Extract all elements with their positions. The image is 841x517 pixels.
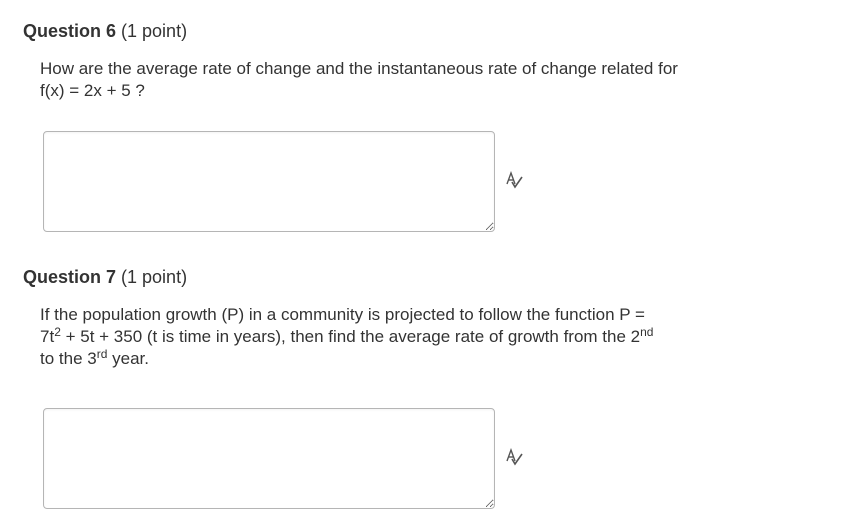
superscript: 2 — [54, 325, 61, 339]
text-segment: to the 3 — [40, 349, 97, 368]
question-text-line: How are the average rate of change and t… — [40, 59, 678, 78]
question-text-line: If the population growth (P) in a commun… — [40, 304, 800, 326]
question-heading: Question 7 (1 point) — [23, 265, 187, 289]
spellcheck-icon[interactable] — [504, 170, 524, 189]
superscript: rd — [96, 347, 108, 361]
question-text-line: to the 3rd year. — [40, 348, 800, 370]
question-points: (1 point) — [121, 267, 188, 287]
text-segment: 7t — [40, 327, 55, 346]
text-segment: If the population growth (P) in a commun… — [40, 305, 645, 324]
question-title: Question 6 — [23, 21, 117, 41]
superscript: nd — [640, 325, 654, 339]
question-text-line: f(x) = 2x + 5 ? — [40, 81, 145, 100]
question-points: (1 point) — [121, 21, 188, 41]
spellcheck-icon[interactable] — [504, 447, 524, 466]
text-segment: + 5t + 350 (t is time in years), then fi… — [60, 327, 641, 346]
question-heading: Question 6 (1 point) — [23, 19, 187, 43]
question-text: How are the average rate of change and t… — [40, 58, 800, 102]
question-text: If the population growth (P) in a commun… — [40, 304, 800, 370]
question-text-line: 7t2 + 5t + 350 (t is time in years), the… — [40, 326, 800, 348]
answer-textarea[interactable] — [43, 131, 495, 232]
question-title: Question 7 — [23, 267, 117, 287]
answer-textarea[interactable] — [43, 408, 495, 509]
text-segment: year. — [107, 349, 149, 368]
